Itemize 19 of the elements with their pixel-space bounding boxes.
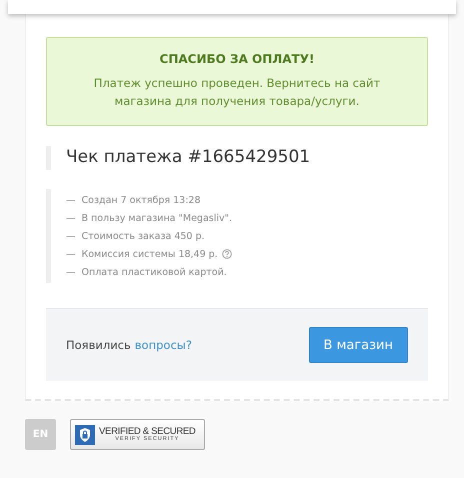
- detail-text: Комиссия системы 18,49 р.: [82, 248, 218, 260]
- dash: —: [66, 248, 76, 260]
- success-message: Платеж успешно проведен. Вернитесь на сайт магазина для получения товара/услуги.: [92, 75, 382, 110]
- dash: —: [66, 212, 76, 224]
- lock-icon: [75, 424, 95, 444]
- success-title: СПАСИБО ЗА ОПЛАТУ!: [158, 52, 316, 66]
- dash: —: [66, 194, 76, 206]
- dash: —: [66, 230, 76, 242]
- question-text: Появились: [66, 338, 131, 352]
- help-icon[interactable]: [222, 249, 232, 259]
- detail-text: В пользу магазина "Megasliv".: [82, 212, 232, 224]
- detail-text: Создан 7 октября 13:28: [82, 194, 200, 206]
- detail-text: Оплата пластиковой картой.: [82, 266, 227, 278]
- detail-text: Стоимость заказа 450 р.: [82, 230, 205, 242]
- shop-button[interactable]: В магазин: [308, 327, 408, 363]
- dash: —: [66, 266, 76, 278]
- questions-link[interactable]: вопросы?: [134, 338, 192, 352]
- badge-title: VERIFIED & SECURED: [99, 427, 196, 436]
- receipt-title: Чек платежа #1665429501: [46, 146, 428, 170]
